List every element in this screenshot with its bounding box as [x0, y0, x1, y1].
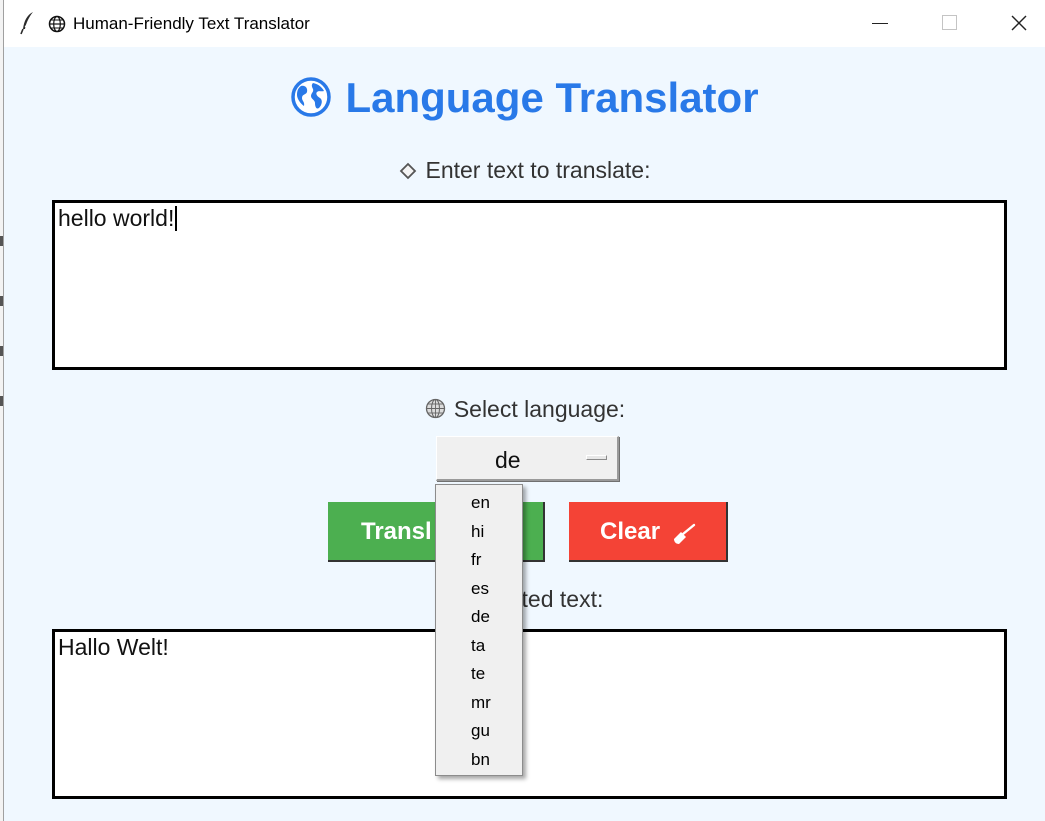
dropdown-option-mr[interactable]: mr [436, 689, 522, 718]
language-label: Select language: [4, 396, 1045, 423]
language-select[interactable]: de [436, 436, 619, 481]
dropdown-option-en[interactable]: en [436, 489, 522, 518]
page-title-text: Language Translator [345, 74, 759, 121]
dropdown-option-hi[interactable]: hi [436, 518, 522, 547]
output-text: Hallo Welt! [58, 634, 169, 660]
output-label: lated text: [4, 586, 1045, 613]
title-bar[interactable]: Human-Friendly Text Translator [4, 0, 1045, 47]
selected-language: de [495, 447, 521, 473]
dropdown-option-te[interactable]: te [436, 660, 522, 689]
translate-button-label: Transl [361, 518, 432, 545]
globe-icon [48, 15, 66, 33]
earth-globe-icon [291, 77, 332, 117]
close-button[interactable] [984, 0, 1045, 47]
app-window: Human-Friendly Text Translator Language … [3, 0, 1045, 821]
language-dropdown-menu[interactable]: en hi fr es de ta te mr gu bn [435, 484, 523, 776]
output-textarea[interactable]: Hallo Welt! [52, 629, 1007, 799]
clear-button-label: Clear [600, 518, 661, 545]
diamond-icon [400, 162, 417, 180]
dropdown-option-gu[interactable]: gu [436, 717, 522, 746]
clear-button[interactable]: Clear [569, 502, 728, 562]
option-menu-indicator [586, 455, 607, 460]
close-icon [1011, 15, 1027, 31]
input-textarea[interactable]: hello world! [52, 200, 1007, 370]
text-caret [175, 206, 178, 231]
feather-icon [20, 12, 33, 35]
dropdown-option-de[interactable]: de [436, 603, 522, 632]
input-label: Enter text to translate: [4, 157, 1045, 184]
broom-icon [674, 523, 696, 544]
page-title: Language Translator [4, 74, 1045, 122]
maximize-button[interactable] [914, 0, 984, 47]
globe-icon [425, 398, 445, 419]
window-title: Human-Friendly Text Translator [73, 14, 310, 33]
dropdown-option-fr[interactable]: fr [436, 546, 522, 575]
minimize-button[interactable] [844, 0, 914, 47]
dropdown-option-es[interactable]: es [436, 575, 522, 604]
language-label-text: Select language: [453, 396, 626, 422]
dropdown-option-ta[interactable]: ta [436, 632, 522, 661]
dropdown-option-bn[interactable]: bn [436, 746, 522, 775]
input-text: hello world! [58, 205, 175, 231]
input-label-text: Enter text to translate: [425, 157, 651, 183]
